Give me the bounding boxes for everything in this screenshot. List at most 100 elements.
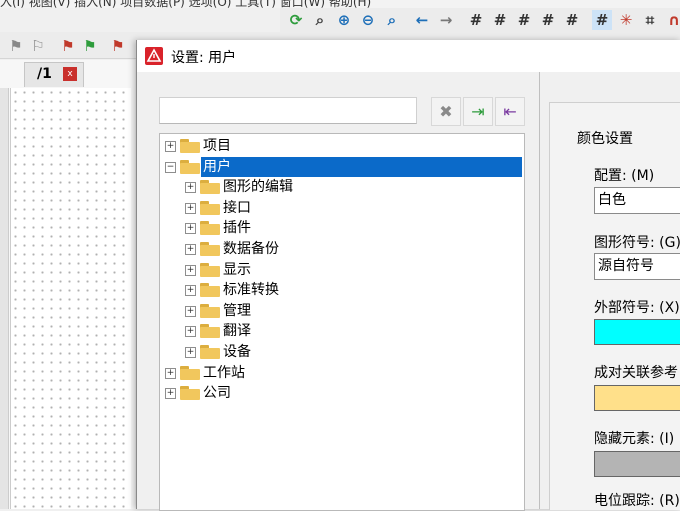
expand-icon[interactable]: + [185,285,196,297]
expand-icon[interactable]: + [185,244,196,255]
tree-item[interactable]: + 显示 [160,260,522,280]
flag-green-icon[interactable]: ⚑ [80,36,100,56]
tree-item-label: 工作站 [203,364,245,381]
clear-search-icon[interactable]: ✖ [431,97,461,126]
tree-item[interactable]: + 管理 [160,301,522,321]
graphic-symbol-label: 图形符号: (G) [594,235,680,251]
tree-item-label: 设备 [223,344,251,360]
tree-item-label: 插件 [223,220,251,237]
drawing-canvas[interactable] [10,88,131,509]
tree-item-label: 用户 [201,156,522,177]
tree-item-label: 管理 [223,302,251,319]
paired-ref-color-swatch[interactable] [594,385,680,411]
expand-icon[interactable]: + [165,388,176,400]
grid-e-icon[interactable]: # [562,10,582,30]
expand-icon[interactable]: + [185,182,196,194]
dialog-titlebar[interactable]: 设置: 用户 [137,40,680,72]
folder-icon [180,159,200,174]
run-next-icon[interactable]: ⚐ [28,36,48,56]
external-symbol-color-swatch[interactable] [594,319,680,345]
folder-icon [200,242,220,256]
graphic-symbol-select[interactable]: 源自符号 [594,253,680,280]
zoom-100-icon[interactable]: ⌕ [382,10,402,30]
group-title-color-settings: 颜色设置 [577,131,633,147]
settings-tree[interactable]: + 项目 − 用户 + 图形的编辑 + 接口 + 插件 + 数据备份 + 显示 + 标准转换 + 管理 + 翻译 + 设备… [159,133,525,511]
tree-item[interactable]: + 接口 [160,198,522,218]
tree-item-label: 接口 [223,199,251,216]
refresh-icon[interactable]: ⟳ [286,10,306,30]
expand-all-icon[interactable]: ⇥ [463,97,493,126]
document-tab-label: /1 [37,66,52,82]
run-icon[interactable]: ⚑ [6,36,26,56]
flag-page-icon[interactable]: ⚑ [58,36,78,56]
expand-icon[interactable]: + [185,264,196,276]
tree-item[interactable]: + 图形的编辑 [160,177,522,197]
folder-icon [180,365,200,380]
grid-b-icon[interactable]: # [490,10,510,30]
tree-item-label: 公司 [203,385,231,402]
expand-icon[interactable]: + [185,223,196,235]
zoom-in-icon[interactable]: ⊕ [334,10,354,30]
tree-item[interactable]: + 标准转换 [160,280,522,300]
folder-icon [200,200,220,215]
folder-icon [200,262,220,277]
grid-d-icon[interactable]: # [538,10,558,30]
collapse-icon[interactable]: − [165,161,176,173]
folder-icon [200,180,220,195]
folder-icon [200,283,220,298]
tree-item[interactable]: + 项目 [160,136,522,156]
forward-arrow-icon[interactable]: → [436,10,456,30]
tree-item-label: 数据备份 [223,241,279,257]
external-symbol-label: 外部符号: (X) [594,300,680,316]
snap-object-icon[interactable]: ⌗ [640,10,660,30]
hidden-elements-color-swatch[interactable] [594,451,680,477]
tree-item[interactable]: − 用户 [160,156,522,177]
tree-item-label: 图形的编辑 [223,179,293,196]
menu-bar[interactable]: 入(I) 视图(V) 插入(N) 项目数据(P) 选项(O) 工具(T) 窗口(… [0,0,680,8]
grid-a-icon[interactable]: # [466,10,486,30]
zoom-window-icon[interactable]: ⌕ [310,10,330,30]
snap-point-icon[interactable]: ✳ [616,10,636,30]
expand-icon[interactable]: + [165,141,176,152]
magnet-icon[interactable]: ∩ [664,10,680,30]
tree-item-label: 项目 [203,138,231,154]
splitter[interactable] [539,72,540,509]
folder-icon [180,386,200,401]
config-select[interactable]: 白色 [594,187,680,214]
back-arrow-icon[interactable]: ← [412,10,432,30]
zoom-out-icon[interactable]: ⊖ [358,10,378,30]
expand-icon[interactable]: + [185,305,196,317]
expand-icon[interactable]: + [165,367,176,379]
tree-item[interactable]: + 翻译 [160,321,522,341]
tree-item[interactable]: + 工作站 [160,363,522,383]
tree-item-label: 翻译 [223,323,251,340]
collapse-all-icon[interactable]: ⇤ [495,97,525,126]
folder-icon [200,345,220,359]
folder-icon [200,221,220,236]
tree-item-label: 显示 [223,261,251,278]
folder-icon [200,303,220,318]
paired-ref-label: 成对关联参考 [594,365,678,381]
config-label: 配置: (M) [594,168,655,184]
grid-toggle-icon[interactable]: # [592,10,612,30]
tree-item[interactable]: + 设备 [160,342,522,362]
top-toolbar: ⟳ ⌕ ⊕ ⊖ ⌕ ← → # # # # # # ✳ ⌗ ∩ [280,8,680,32]
document-tab[interactable]: /1 x [24,62,84,87]
grid-c-icon[interactable]: # [514,10,534,30]
tree-item[interactable]: + 数据备份 [160,239,522,259]
potential-trace-label: 电位跟踪: (R) [594,493,680,509]
expand-icon[interactable]: + [185,202,196,214]
dialog-title: 设置: 用户 [171,50,237,66]
folder-icon [200,324,220,339]
flag-delete-icon[interactable]: ⚑ [108,36,128,56]
app-logo-icon [145,47,163,65]
settings-dialog: 设置: 用户 ✖ ⇥ ⇤ + 项目 − 用户 + 图形的编辑 + 接口 + 插件 + 数据备份 + 显示 +… [136,40,680,511]
hidden-elements-label: 隐藏元素: (I) [594,431,675,447]
tree-item[interactable]: + 插件 [160,218,522,238]
search-input[interactable] [159,97,417,124]
tree-item-label: 标准转换 [223,282,279,299]
expand-icon[interactable]: + [185,347,196,358]
expand-icon[interactable]: + [185,326,196,338]
close-tab-icon[interactable]: x [63,67,77,81]
tree-item[interactable]: + 公司 [160,383,522,403]
